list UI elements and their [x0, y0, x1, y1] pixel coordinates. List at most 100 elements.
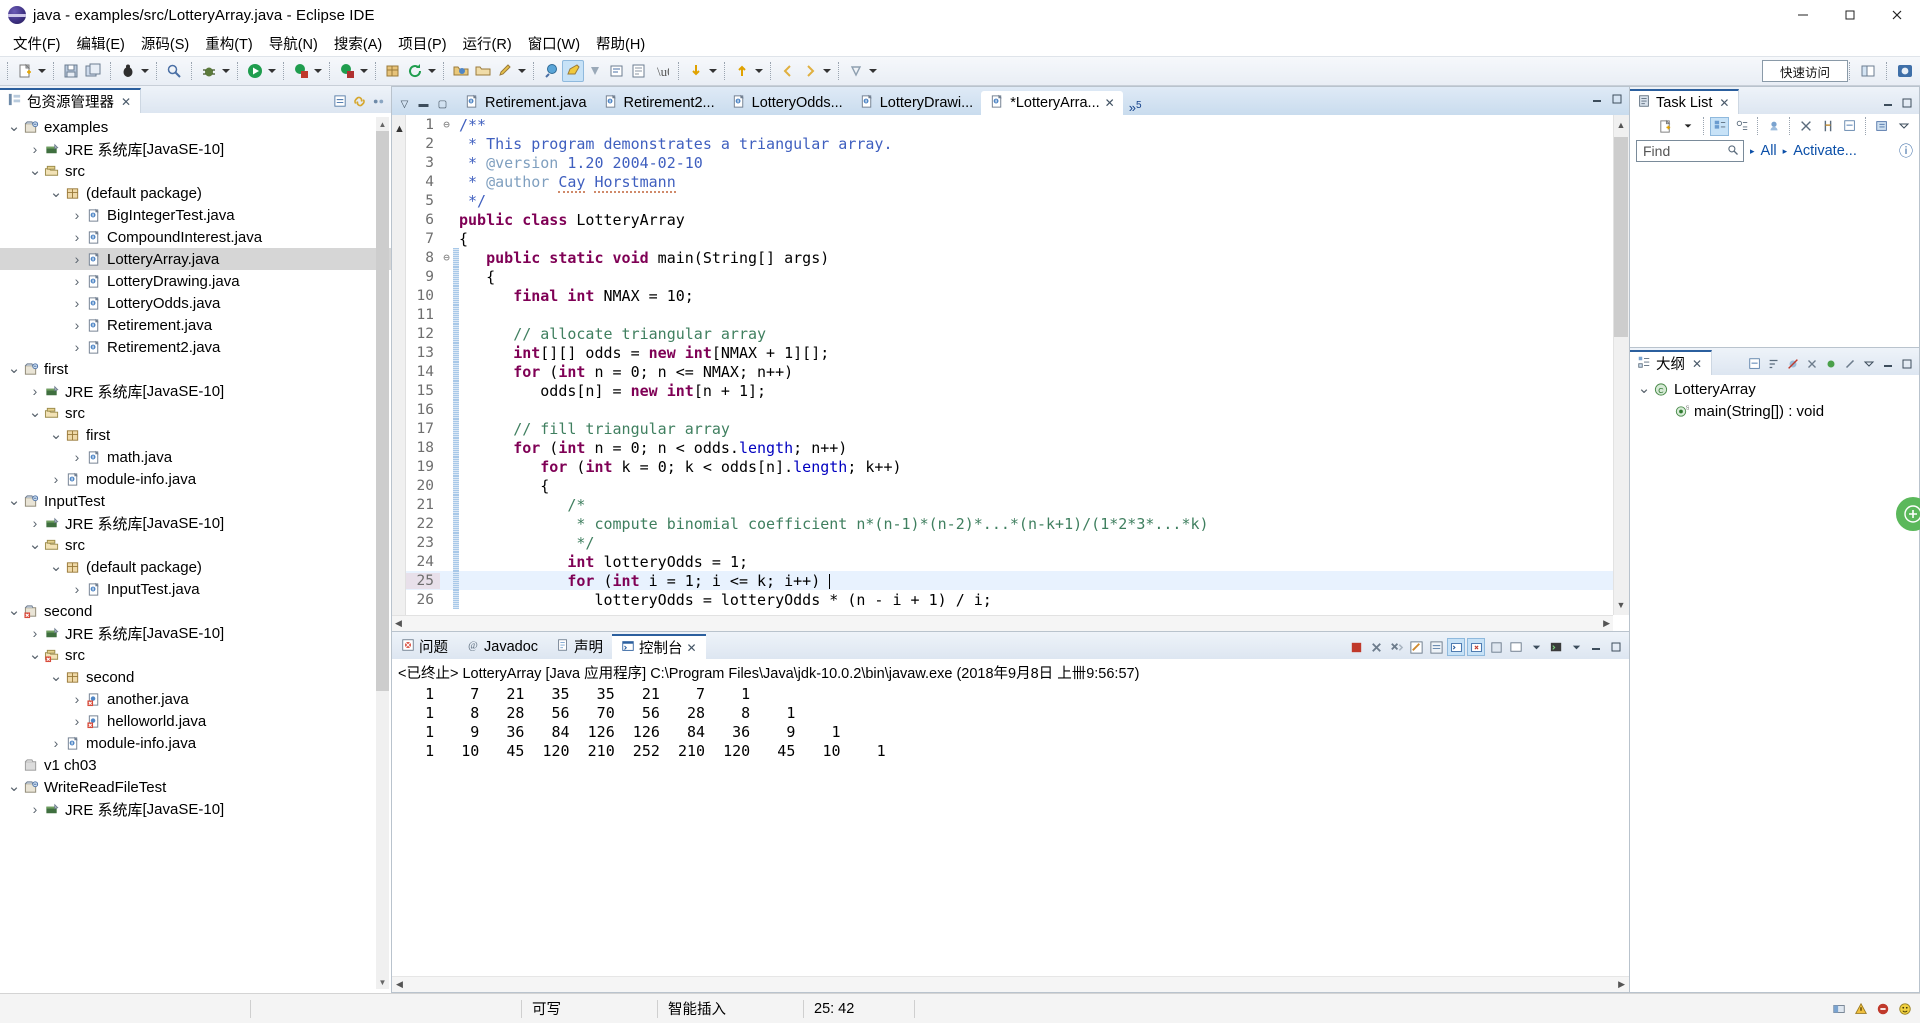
tree-item[interactable]: › JRE 系统库 [JavaSE-10]: [0, 512, 391, 534]
close-icon[interactable]: ✕: [1719, 96, 1729, 110]
annotation-dropdown-icon[interactable]: [516, 60, 527, 82]
pin-console-icon[interactable]: [1487, 638, 1505, 656]
tree-item[interactable]: ⌄ second: [0, 666, 391, 688]
terminate-icon[interactable]: [1347, 638, 1365, 656]
last-edit-location-icon[interactable]: [606, 60, 628, 82]
collapse-all-icon[interactable]: [332, 93, 349, 110]
code-line[interactable]: 11: [406, 305, 1629, 324]
chevron-right-icon[interactable]: ›: [69, 578, 85, 600]
tab-outline[interactable]: 大纲 ✕: [1630, 350, 1713, 375]
chevron-right-icon[interactable]: ›: [69, 688, 85, 710]
menu-navigate[interactable]: 导航(N): [261, 31, 326, 56]
code-line[interactable]: 23 */: [406, 533, 1629, 552]
console-scroll-right-icon[interactable]: ▶: [1618, 979, 1625, 990]
menu-help[interactable]: 帮助(H): [588, 31, 653, 56]
chevron-right-icon[interactable]: ›: [69, 248, 85, 270]
chevron-right-icon[interactable]: ›: [69, 226, 85, 248]
menu-file[interactable]: 文件(F): [5, 31, 69, 56]
close-icon[interactable]: ✕: [1105, 96, 1115, 110]
chevron-down-icon[interactable]: ⌄: [27, 644, 43, 666]
filter-completed-icon[interactable]: [1796, 117, 1815, 136]
hide-local-icon[interactable]: [1841, 355, 1858, 372]
debug-bug-icon[interactable]: [198, 60, 220, 82]
editor-tab[interactable]: LotteryDrawi...: [851, 91, 981, 115]
previous-edit-icon[interactable]: [685, 60, 707, 82]
tree-item[interactable]: › LotteryOdds.java: [0, 292, 391, 314]
tree-item[interactable]: ⌄ src: [0, 534, 391, 556]
tree-item[interactable]: › LotteryArray.java: [0, 248, 391, 270]
code-line[interactable]: 15 odds[n] = new int[n + 1];: [406, 381, 1629, 400]
next-annotation-icon[interactable]: [584, 60, 606, 82]
menu-search[interactable]: 搜索(A): [326, 31, 390, 56]
scheduled-view-icon[interactable]: [1732, 117, 1751, 136]
debug-bug-dropdown-icon[interactable]: [220, 60, 231, 82]
code-line[interactable]: 26 lotteryOdds = lotteryOdds * (n - i + …: [406, 590, 1629, 609]
tree-item[interactable]: ⌄ InputTest: [0, 490, 391, 512]
editor-scroll-down-icon[interactable]: ▼: [1614, 597, 1628, 613]
tree-item[interactable]: › LotteryDrawing.java: [0, 270, 391, 292]
chevron-right-icon[interactable]: ›: [48, 468, 64, 490]
clear-console-icon[interactable]: [1407, 638, 1425, 656]
chevron-right-icon[interactable]: ›: [69, 710, 85, 732]
tree-item[interactable]: › BigIntegerTest.java: [0, 204, 391, 226]
view-menu-icon[interactable]: [370, 93, 387, 110]
console-maximize-icon[interactable]: [1607, 638, 1625, 656]
chevron-right-icon[interactable]: ›: [69, 314, 85, 336]
pilcrow-icon[interactable]: \u00b6: [650, 60, 672, 82]
chevron-down-icon[interactable]: ⌄: [6, 776, 22, 798]
code-line[interactable]: 19 for (int k = 0; k < odds[n].length; k…: [406, 457, 1629, 476]
show-whitespace-icon[interactable]: [628, 60, 650, 82]
chevron-right-icon[interactable]: ›: [69, 292, 85, 314]
chevron-down-icon[interactable]: ⌄: [6, 600, 22, 622]
code-line[interactable]: 14 for (int n = 0; n <= NMAX; n++): [406, 362, 1629, 381]
show-console-on-output-icon[interactable]: [1447, 638, 1465, 656]
code-line[interactable]: 5 */: [406, 191, 1629, 210]
menu-source[interactable]: 源码(S): [133, 31, 197, 56]
nav-dropdown-icon[interactable]: [821, 60, 832, 82]
outline-tree[interactable]: ⌄ C LotteryArray Smain(String[]) : void: [1630, 375, 1919, 992]
search-icon[interactable]: [163, 60, 185, 82]
previous-edit-dropdown-icon[interactable]: [707, 60, 718, 82]
fold-marker-icon[interactable]: ⊖: [440, 118, 453, 131]
console-panel-tab[interactable]: 声明: [547, 634, 612, 659]
show-console-on-error-icon[interactable]: [1467, 638, 1485, 656]
chevron-right-icon[interactable]: ›: [27, 798, 43, 820]
tree-scroll-down-icon[interactable]: ▼: [376, 975, 389, 989]
tree-item[interactable]: ⌄ first: [0, 424, 391, 446]
external-tools-dropdown-icon[interactable]: [312, 60, 323, 82]
toggle-mark-occurrences-icon[interactable]: [562, 60, 584, 82]
task-list-view-menu-icon[interactable]: [1894, 117, 1913, 136]
open-perspective-icon[interactable]: [1857, 60, 1879, 82]
debug-dropdown-icon[interactable]: [139, 60, 150, 82]
editor-left-ruler[interactable]: ▲: [392, 115, 406, 631]
scroll-lock-icon[interactable]: [1427, 638, 1445, 656]
chevron-right-icon[interactable]: ›: [69, 336, 85, 358]
code-line[interactable]: 25 for (int i = 1; i <= k; i++): [406, 571, 1629, 590]
console-dropdown2-icon[interactable]: [1567, 638, 1585, 656]
tree-item[interactable]: › another.java: [0, 688, 391, 710]
link-with-editor-icon[interactable]: [351, 93, 368, 110]
tab-task-list[interactable]: Task List ✕: [1630, 89, 1740, 114]
console-scroll-left-icon[interactable]: ◀: [396, 979, 403, 990]
close-icon[interactable]: ✕: [1692, 357, 1702, 371]
annotation-icon[interactable]: [494, 60, 516, 82]
code-line[interactable]: 3 * @version 1.20 2004-02-10: [406, 153, 1629, 172]
coverage-dropdown-icon[interactable]: [358, 60, 369, 82]
run-external-tools-icon[interactable]: [290, 60, 312, 82]
chevron-down-icon[interactable]: ⌄: [48, 424, 64, 446]
ruler-scroll-up-icon[interactable]: ▲: [394, 123, 405, 135]
display-selected-console-icon[interactable]: [1507, 638, 1525, 656]
code-line[interactable]: 1 ⊖ /**: [406, 115, 1629, 134]
code-line[interactable]: 22 * compute binomial coefficient n*(n-1…: [406, 514, 1629, 533]
code-line[interactable]: 20 {: [406, 476, 1629, 495]
run-icon[interactable]: [244, 60, 266, 82]
debug-icon[interactable]: [117, 60, 139, 82]
console-minimize-icon[interactable]: [1587, 638, 1605, 656]
run-coverage-icon[interactable]: [336, 60, 358, 82]
console-horizontal-scrollbar[interactable]: ◀ ▶: [392, 976, 1629, 992]
console-output[interactable]: 1 7 21 35 35 21 7 1 1 8 28 56 70 56 28 8…: [392, 685, 1629, 976]
back-dropdown-icon[interactable]: [753, 60, 764, 82]
editor-scroll-right-icon[interactable]: ▶: [1603, 618, 1610, 629]
tree-item[interactable]: ⌄ src: [0, 160, 391, 182]
code-line[interactable]: 9 {: [406, 267, 1629, 286]
